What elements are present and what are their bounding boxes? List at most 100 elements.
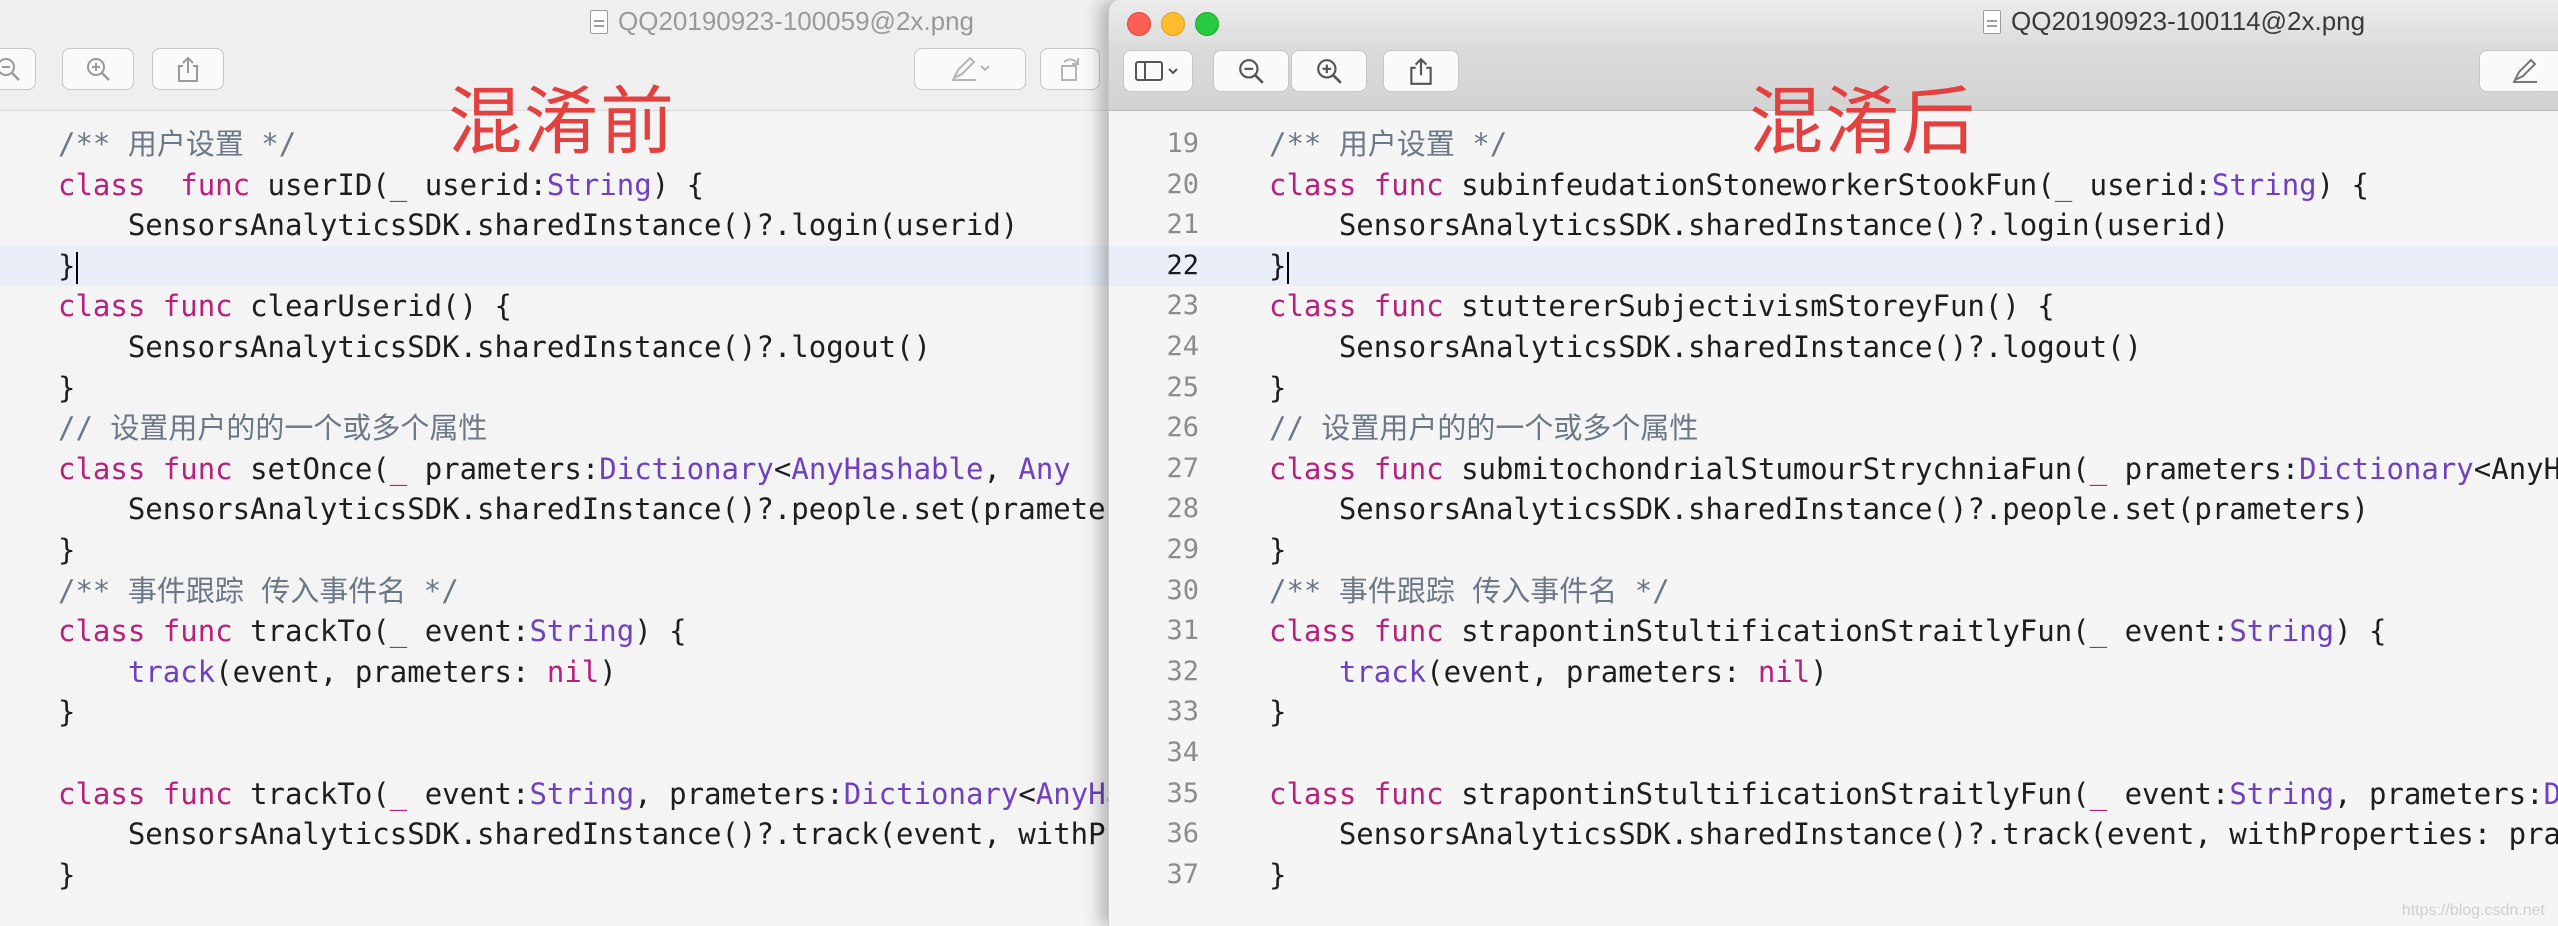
code-token: ) — [599, 654, 617, 689]
code-token: SensorsAnalyticsSDK.sharedInstance()?.lo… — [58, 208, 1019, 243]
line-number: 21 — [1166, 209, 1199, 241]
code-token: (event, prameters: — [1426, 654, 1758, 689]
line-number: 36 — [1166, 818, 1199, 850]
type-token: Any — [1018, 451, 1071, 486]
code-text: SensorsAnalyticsSDK.sharedInstance()?.tr… — [58, 814, 1110, 854]
code-token: strapontinStultificationStraitlyFun( — [1443, 614, 2090, 649]
code-token: SensorsAnalyticsSDK.sharedInstance()?.tr… — [127, 817, 1110, 852]
zoom-in-button[interactable] — [1291, 50, 1367, 92]
code-line: 29} — [1109, 530, 2558, 570]
zoom-out-icon — [0, 58, 20, 81]
code-line: } — [0, 692, 1110, 732]
type-token: Dictionary — [2544, 777, 2558, 811]
code-line: 37} — [1109, 855, 2558, 895]
left-markup-button[interactable] — [914, 48, 1026, 90]
left-code-view[interactable]: /** 用户设置 */ class func userID(_ userid:St… — [0, 110, 1110, 926]
keyword-token: class — [58, 167, 146, 202]
markup-icon — [2512, 58, 2537, 83]
comment-token: /** 事件跟踪 传入事件名 */ — [58, 573, 459, 608]
sidebar-icon — [1135, 61, 1178, 81]
code-line: 24 SensorsAnalyticsSDK.sharedInstance()?… — [1109, 327, 2558, 367]
share-icon — [1410, 57, 1432, 85]
code-line: // 设置用户的的一个或多个属性 — [0, 408, 1110, 448]
markup-button[interactable] — [2479, 50, 2558, 92]
right-code-view[interactable]: 19 /** 用户设置 */ 20 class func subinfeudation… — [1109, 110, 2558, 926]
code-line: class func userID(_ userid:String) { — [0, 165, 1110, 205]
left-share-button[interactable] — [152, 48, 224, 90]
code-token: event: — [407, 776, 530, 811]
type-token: AnyHashable — [1035, 776, 1110, 811]
left-zoom-out-button[interactable] — [0, 48, 36, 90]
code-token: userid: — [2072, 167, 2212, 202]
zoom-out-button[interactable] — [1213, 50, 1289, 92]
code-line: 25} — [1109, 368, 2558, 408]
code-line: 34 — [1109, 733, 2558, 773]
code-line: 21 SensorsAnalyticsSDK.sharedInstance()?… — [1109, 205, 2558, 245]
keyword-token: nil — [1757, 654, 1811, 689]
code-token: (event, prameters: — [215, 654, 547, 689]
keyword-token: class — [58, 776, 146, 811]
share-button[interactable] — [1383, 50, 1459, 92]
keyword-token: class — [1269, 167, 1357, 202]
code-text: } — [58, 855, 75, 895]
keyword-token: func — [162, 451, 233, 486]
code-line: class func trackTo(_ event:String, prame… — [0, 774, 1110, 814]
code-line: SensorsAnalyticsSDK.sharedInstance()?.lo… — [0, 205, 1110, 245]
line-number: 31 — [1166, 615, 1199, 647]
code-line: 33} — [1109, 692, 2558, 732]
document-icon — [1983, 9, 2001, 34]
code-text: SensorsAnalyticsSDK.sharedInstance()?.lo… — [1269, 205, 2229, 245]
code-token: userid: — [407, 167, 547, 202]
keyword-token: class — [1269, 451, 1357, 486]
code-text: /** 事件跟踪 传入事件名 */ — [58, 571, 459, 611]
chevron-down-icon — [1168, 68, 1178, 75]
keyword-token: func — [1373, 776, 1444, 811]
zoom-in-icon — [87, 58, 110, 81]
code-text: class func trackTo(_ event:String) { — [58, 611, 687, 651]
code-line: 32 track(event, prameters: nil) — [1109, 652, 2558, 692]
code-token: } — [1269, 695, 1287, 730]
line-number: 27 — [1166, 452, 1199, 484]
type-token: String — [2229, 776, 2335, 811]
code-text: track(event, prameters: nil) — [58, 652, 617, 692]
code-text: SensorsAnalyticsSDK.sharedInstance()?.lo… — [58, 205, 1018, 245]
keyword-token: func — [1373, 451, 1444, 486]
left-zoom-in-button[interactable] — [62, 48, 134, 90]
keyword-token: class — [58, 614, 146, 649]
code-token: clearUserid() { — [232, 289, 512, 324]
left-rotate-button[interactable] — [1040, 48, 1100, 90]
code-text: } — [1269, 246, 1290, 286]
type-token: String — [2229, 614, 2335, 649]
type-token: Dictionary — [599, 451, 774, 486]
code-token: } — [58, 370, 76, 405]
right-title-bar[interactable]: QQ20190923-100114@2x.png — [1109, 0, 2558, 48]
line-number: 30 — [1166, 574, 1199, 606]
type-token: Dictionary — [2299, 451, 2474, 486]
keyword-token: func — [1373, 167, 1444, 202]
line-number: 32 — [1166, 655, 1199, 687]
close-window-button[interactable] — [1127, 12, 1151, 36]
left-title-bar[interactable]: QQ20190923-100059@2x.png — [0, 0, 1110, 48]
keyword-token: class — [58, 289, 146, 324]
code-token: } — [58, 857, 76, 892]
code-token: event: — [2107, 614, 2230, 649]
code-token: submitochondrialStumourStrychniaFun( — [1443, 451, 2090, 486]
code-text: class func submitochondrialStumourStrych… — [1269, 449, 2558, 489]
code-line: class func trackTo(_ event:String) { — [0, 611, 1110, 651]
code-token: } — [1269, 857, 1287, 892]
line-number: 24 — [1166, 331, 1199, 362]
line-number: 29 — [1166, 534, 1199, 565]
zoom-window-button[interactable] — [1195, 12, 1219, 36]
minimize-window-button[interactable] — [1161, 12, 1185, 36]
line-number: 25 — [1166, 371, 1199, 403]
code-token: < — [1018, 776, 1036, 811]
markup-icon — [951, 56, 990, 81]
sidebar-toggle-button[interactable] — [1123, 50, 1193, 92]
watermark: https://blog.csdn.net — [2401, 902, 2545, 919]
right-window-title: QQ20190923-100114@2x.png — [2011, 6, 2366, 36]
comment-token: /** 用户设置 */ — [58, 127, 297, 161]
keyword-token: func — [162, 289, 233, 324]
code-token: } — [1269, 533, 1287, 567]
